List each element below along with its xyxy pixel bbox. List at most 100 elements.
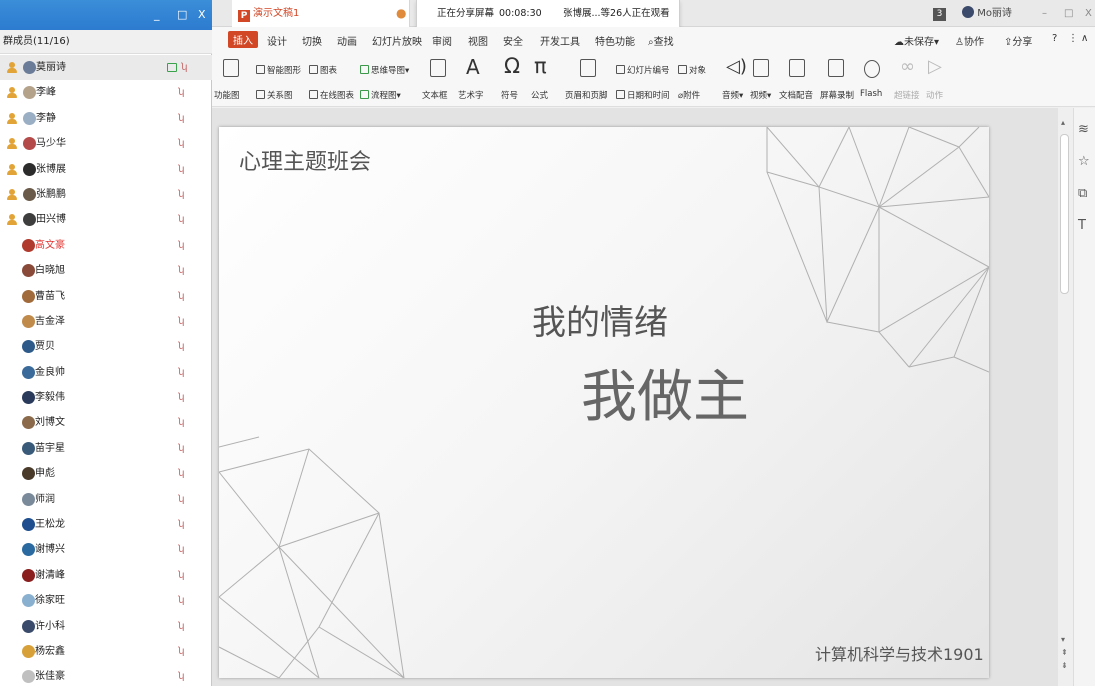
- close-button[interactable]: X: [1085, 0, 1092, 27]
- member-row[interactable]: 马少华 ʮ: [0, 131, 212, 156]
- member-row[interactable]: 曹苗飞 ʮ: [0, 284, 212, 309]
- microphone-off-icon[interactable]: ʮ: [178, 487, 185, 512]
- attachment-button[interactable]: ⌀附件: [678, 89, 700, 101]
- member-row[interactable]: 谢博兴 ʮ: [0, 537, 212, 562]
- member-row[interactable]: 李静 ʮ: [0, 106, 212, 131]
- properties-icon[interactable]: ≋: [1078, 122, 1089, 137]
- slide-number-button[interactable]: 幻灯片编号: [616, 64, 670, 76]
- member-row[interactable]: 白晓旭 ʮ: [0, 258, 212, 283]
- collaborate-button[interactable]: ♙协作: [955, 33, 984, 48]
- dubbing-button[interactable]: 文档配音: [779, 89, 813, 101]
- member-row[interactable]: 金良帅 ʮ: [0, 360, 212, 385]
- microphone-off-icon[interactable]: ʮ: [178, 360, 185, 385]
- camera-icon[interactable]: [167, 63, 177, 72]
- member-row[interactable]: 苗宇星 ʮ: [0, 436, 212, 461]
- microphone-off-icon[interactable]: ʮ: [181, 55, 188, 80]
- unsaved-menu[interactable]: ☁未保存▾: [894, 33, 939, 48]
- prev-slide-icon[interactable]: ⇞: [1061, 648, 1068, 657]
- chart-button[interactable]: 图表: [309, 64, 337, 76]
- symbol-button[interactable]: 符号: [501, 89, 518, 101]
- menu-security[interactable]: 安全: [503, 33, 523, 48]
- member-row[interactable]: 李峰 ʮ: [0, 80, 212, 105]
- menu-transition[interactable]: 切换: [302, 33, 322, 48]
- member-row[interactable]: 李毅伟 ʮ: [0, 385, 212, 410]
- member-row[interactable]: 高文豪 ʮ: [0, 233, 212, 258]
- screen-record-button[interactable]: 屏幕录制: [820, 89, 854, 101]
- account-menu[interactable]: Mo丽诗: [962, 0, 1012, 27]
- microphone-off-icon[interactable]: ʮ: [178, 258, 185, 283]
- microphone-off-icon[interactable]: ʮ: [178, 614, 185, 639]
- microphone-off-icon[interactable]: ʮ: [178, 385, 185, 410]
- member-row[interactable]: 徐家旺 ʮ: [0, 588, 212, 613]
- menu-review[interactable]: 审阅: [432, 33, 452, 48]
- art-text-button[interactable]: 艺术字: [458, 89, 484, 101]
- microphone-off-icon[interactable]: ʮ: [178, 106, 185, 131]
- member-row[interactable]: 申彪 ʮ: [0, 461, 212, 486]
- minimize-button[interactable]: –: [1042, 0, 1047, 27]
- microphone-off-icon[interactable]: ʮ: [178, 207, 185, 232]
- scrollbar-thumb[interactable]: [1060, 134, 1069, 294]
- menu-developer[interactable]: 开发工具: [540, 33, 580, 48]
- microphone-off-icon[interactable]: ʮ: [178, 563, 185, 588]
- audio-button[interactable]: 音频▾: [722, 89, 743, 101]
- hyperlink-button[interactable]: 超链接: [894, 89, 920, 101]
- member-row[interactable]: 许小科 ʮ: [0, 614, 212, 639]
- member-row[interactable]: 贾贝 ʮ: [0, 334, 212, 359]
- window-badge[interactable]: 3: [933, 0, 946, 27]
- smart-art-button[interactable]: 智能图形: [256, 64, 301, 76]
- document-tab[interactable]: P 演示文稿1 ●: [232, 0, 410, 27]
- flash-button[interactable]: Flash: [860, 89, 882, 99]
- panel-close-button[interactable]: X: [198, 9, 206, 21]
- member-row[interactable]: 吉金泽 ʮ: [0, 309, 212, 334]
- panel-minimize-button[interactable]: _: [154, 9, 160, 21]
- vertical-scrollbar[interactable]: ▴ ▾ ⇞ ⇟: [1058, 108, 1073, 686]
- member-row[interactable]: 张博展 ʮ: [0, 157, 212, 182]
- member-row[interactable]: 师润 ʮ: [0, 487, 212, 512]
- microphone-off-icon[interactable]: ʮ: [178, 537, 185, 562]
- header-footer-button[interactable]: 页眉和页脚: [565, 89, 608, 101]
- member-row[interactable]: 杨宏鑫 ʮ: [0, 639, 212, 664]
- object-button[interactable]: 对象: [678, 64, 706, 76]
- menu-animation[interactable]: 动画: [337, 33, 357, 48]
- microphone-off-icon[interactable]: ʮ: [178, 410, 185, 435]
- restore-button[interactable]: □: [1064, 0, 1073, 27]
- text-icon[interactable]: T: [1078, 218, 1086, 233]
- textbox-button[interactable]: 文本框: [422, 89, 448, 101]
- microphone-off-icon[interactable]: ʮ: [178, 664, 185, 686]
- member-row[interactable]: 张鹏鹏 ʮ: [0, 182, 212, 207]
- menu-slideshow[interactable]: 幻灯片放映: [372, 33, 422, 48]
- panel-maximize-button[interactable]: □: [177, 9, 187, 21]
- microphone-off-icon[interactable]: ʮ: [178, 588, 185, 613]
- share-button[interactable]: ⇪分享: [1004, 33, 1032, 48]
- microphone-off-icon[interactable]: ʮ: [178, 131, 185, 156]
- flowchart-button[interactable]: 流程图▾: [360, 89, 401, 101]
- video-button[interactable]: 视频▾: [750, 89, 771, 101]
- microphone-off-icon[interactable]: ʮ: [178, 284, 185, 309]
- mind-map-button[interactable]: 思维导图▾: [360, 64, 409, 76]
- scroll-down-icon[interactable]: ▾: [1061, 635, 1065, 644]
- microphone-off-icon[interactable]: ʮ: [178, 639, 185, 664]
- online-chart-button[interactable]: 在线图表: [309, 89, 354, 101]
- help-icon[interactable]: ?: [1052, 33, 1057, 44]
- microphone-off-icon[interactable]: ʮ: [178, 436, 185, 461]
- menu-search[interactable]: ⌕查找: [648, 33, 674, 48]
- relation-chart-button[interactable]: 关系图: [256, 89, 293, 101]
- function-chart-button[interactable]: 功能图: [214, 89, 240, 101]
- action-button[interactable]: 动作: [926, 89, 943, 101]
- slide-canvas[interactable]: 心理主题班会 我的情绪 我做主 计算机科学与技术1901: [219, 127, 989, 678]
- microphone-off-icon[interactable]: ʮ: [178, 309, 185, 334]
- more-icon[interactable]: ⋮: [1068, 33, 1078, 44]
- member-row[interactable]: 王松龙 ʮ: [0, 512, 212, 537]
- next-slide-icon[interactable]: ⇟: [1061, 661, 1068, 670]
- member-row[interactable]: 莫丽诗 ʮ: [0, 55, 212, 81]
- member-row[interactable]: 谢清峰 ʮ: [0, 563, 212, 588]
- microphone-off-icon[interactable]: ʮ: [178, 182, 185, 207]
- date-time-button[interactable]: 日期和时间: [616, 89, 670, 101]
- member-row[interactable]: 张佳豪 ʮ: [0, 664, 212, 686]
- scroll-up-icon[interactable]: ▴: [1061, 118, 1065, 127]
- menu-features[interactable]: 特色功能: [595, 33, 635, 48]
- collapse-ribbon-icon[interactable]: ∧: [1081, 33, 1088, 44]
- member-row[interactable]: 田兴博 ʮ: [0, 207, 212, 232]
- microphone-off-icon[interactable]: ʮ: [178, 512, 185, 537]
- magic-icon[interactable]: ☆: [1078, 154, 1090, 169]
